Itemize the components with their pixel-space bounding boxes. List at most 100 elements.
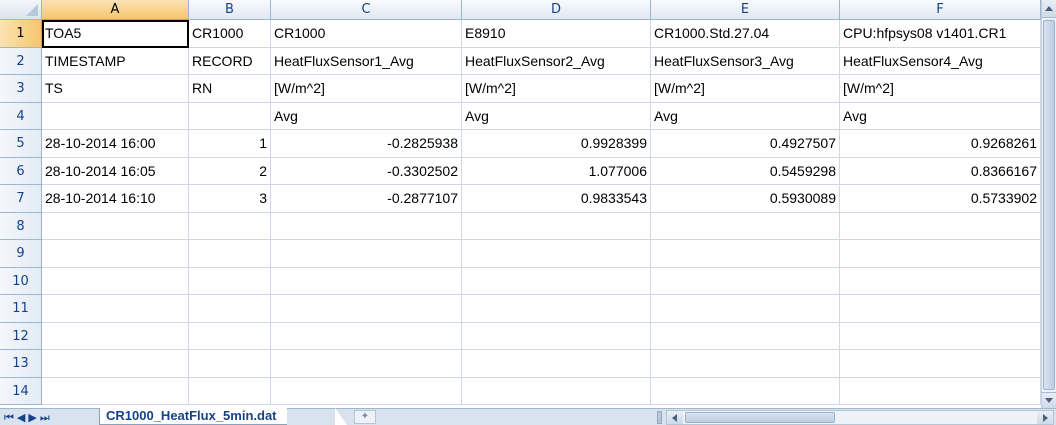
row-header-9[interactable]: 9 (0, 240, 42, 268)
cell-f7[interactable]: 0.5733902 (840, 185, 1041, 213)
cell-b14[interactable] (189, 377, 271, 405)
cell-a14[interactable] (42, 377, 189, 405)
cell-d7[interactable]: 0.9833543 (462, 185, 651, 213)
row-header-3[interactable]: 3 (0, 75, 42, 103)
row-header-13[interactable]: 13 (0, 350, 42, 378)
row-header-1[interactable]: 1 (0, 20, 42, 48)
cell-a13[interactable] (42, 350, 189, 378)
cell-c4[interactable]: Avg (271, 102, 462, 130)
cell-d10[interactable] (462, 267, 651, 295)
cell-a12[interactable] (42, 322, 189, 350)
cell-f9[interactable] (840, 240, 1041, 268)
cell-e13[interactable] (651, 350, 840, 378)
last-sheet-icon[interactable]: ⏭ (40, 411, 53, 424)
cell-f8[interactable] (840, 212, 1041, 240)
cell-b7[interactable]: 3 (189, 185, 271, 213)
cell-c13[interactable] (271, 350, 462, 378)
cell-f3[interactable]: [W/m^2] (840, 75, 1041, 103)
cell-c11[interactable] (271, 295, 462, 323)
column-header-b[interactable]: B (189, 0, 271, 20)
horizontal-scrollbar[interactable] (666, 410, 1054, 425)
cell-f11[interactable] (840, 295, 1041, 323)
tab-split-handle[interactable] (657, 411, 662, 424)
cell-c5[interactable]: -0.2825938 (271, 130, 462, 158)
cell-c2[interactable]: HeatFluxSensor1_Avg (271, 47, 462, 75)
cell-d9[interactable] (462, 240, 651, 268)
cell-f2[interactable]: HeatFluxSensor4_Avg (840, 47, 1041, 75)
cell-a3[interactable]: TS (42, 75, 189, 103)
cell-c7[interactable]: -0.2877107 (271, 185, 462, 213)
row-header-10[interactable]: 10 (0, 267, 42, 295)
cell-b2[interactable]: RECORD (189, 47, 271, 75)
column-header-c[interactable]: C (271, 0, 462, 20)
row-header-8[interactable]: 8 (0, 212, 42, 240)
column-header-e[interactable]: E (651, 0, 840, 20)
row-header-7[interactable]: 7 (0, 185, 42, 213)
cell-c9[interactable] (271, 240, 462, 268)
cell-f14[interactable] (840, 377, 1041, 405)
cell-b10[interactable] (189, 267, 271, 295)
cell-e11[interactable] (651, 295, 840, 323)
cell-a10[interactable] (42, 267, 189, 295)
cell-c3[interactable]: [W/m^2] (271, 75, 462, 103)
cell-a8[interactable] (42, 212, 189, 240)
cell-e9[interactable] (651, 240, 840, 268)
cell-e5[interactable]: 0.4927507 (651, 130, 840, 158)
cell-a11[interactable] (42, 295, 189, 323)
cell-d13[interactable] (462, 350, 651, 378)
scroll-left-button[interactable] (667, 411, 683, 424)
first-sheet-icon[interactable]: ⏮ (4, 411, 17, 424)
prev-sheet-icon[interactable]: ◀ (17, 411, 28, 424)
cell-e7[interactable]: 0.5930089 (651, 185, 840, 213)
cell-f6[interactable]: 0.8366167 (840, 157, 1041, 185)
next-sheet-icon[interactable]: ▶ (28, 411, 39, 424)
row-header-2[interactable]: 2 (0, 47, 42, 75)
cell-b4[interactable] (189, 102, 271, 130)
cell-e14[interactable] (651, 377, 840, 405)
cell-d3[interactable]: [W/m^2] (462, 75, 651, 103)
cell-d6[interactable]: 1.077006 (462, 157, 651, 185)
scroll-down-button[interactable] (1042, 392, 1056, 408)
cell-f5[interactable]: 0.9268261 (840, 130, 1041, 158)
cell-d11[interactable] (462, 295, 651, 323)
cell-b9[interactable] (189, 240, 271, 268)
cell-c12[interactable] (271, 322, 462, 350)
cell-c6[interactable]: -0.3302502 (271, 157, 462, 185)
cell-d5[interactable]: 0.9928399 (462, 130, 651, 158)
cell-a5[interactable]: 28-10-2014 16:00 (42, 130, 189, 158)
row-header-12[interactable]: 12 (0, 322, 42, 350)
cell-d12[interactable] (462, 322, 651, 350)
cell-f13[interactable] (840, 350, 1041, 378)
cell-e8[interactable] (651, 212, 840, 240)
scroll-right-button[interactable] (1037, 411, 1053, 424)
row-header-5[interactable]: 5 (0, 130, 42, 158)
cell-a2[interactable]: TIMESTAMP (42, 47, 189, 75)
sheet-tab-active[interactable]: CR1000_HeatFlux_5min.dat (99, 408, 287, 425)
cell-e3[interactable]: [W/m^2] (651, 75, 840, 103)
scroll-up-button[interactable] (1042, 0, 1056, 18)
column-header-f[interactable]: F (840, 0, 1041, 20)
cell-a9[interactable] (42, 240, 189, 268)
cell-c1[interactable]: CR1000 (271, 20, 462, 48)
cell-b1[interactable]: CR1000 (189, 20, 271, 48)
cell-b6[interactable]: 2 (189, 157, 271, 185)
cell-d2[interactable]: HeatFluxSensor2_Avg (462, 47, 651, 75)
cell-f1[interactable]: CPU:hfpsys08 v1401.CR1 (840, 20, 1041, 48)
cell-e6[interactable]: 0.5459298 (651, 157, 840, 185)
cell-a7[interactable]: 28-10-2014 16:10 (42, 185, 189, 213)
cell-c14[interactable] (271, 377, 462, 405)
vertical-scrollbar[interactable] (1041, 0, 1056, 408)
cell-b13[interactable] (189, 350, 271, 378)
cell-b12[interactable] (189, 322, 271, 350)
cell-f4[interactable]: Avg (840, 102, 1041, 130)
horizontal-scroll-thumb[interactable] (685, 412, 835, 423)
cell-b8[interactable] (189, 212, 271, 240)
cell-a4[interactable] (42, 102, 189, 130)
cell-d8[interactable] (462, 212, 651, 240)
cell-d4[interactable]: Avg (462, 102, 651, 130)
cell-c8[interactable] (271, 212, 462, 240)
column-header-a[interactable]: A (42, 0, 189, 20)
cell-a1[interactable]: TOA5 (42, 20, 189, 48)
cell-e12[interactable] (651, 322, 840, 350)
row-header-14[interactable]: 14 (0, 377, 42, 405)
